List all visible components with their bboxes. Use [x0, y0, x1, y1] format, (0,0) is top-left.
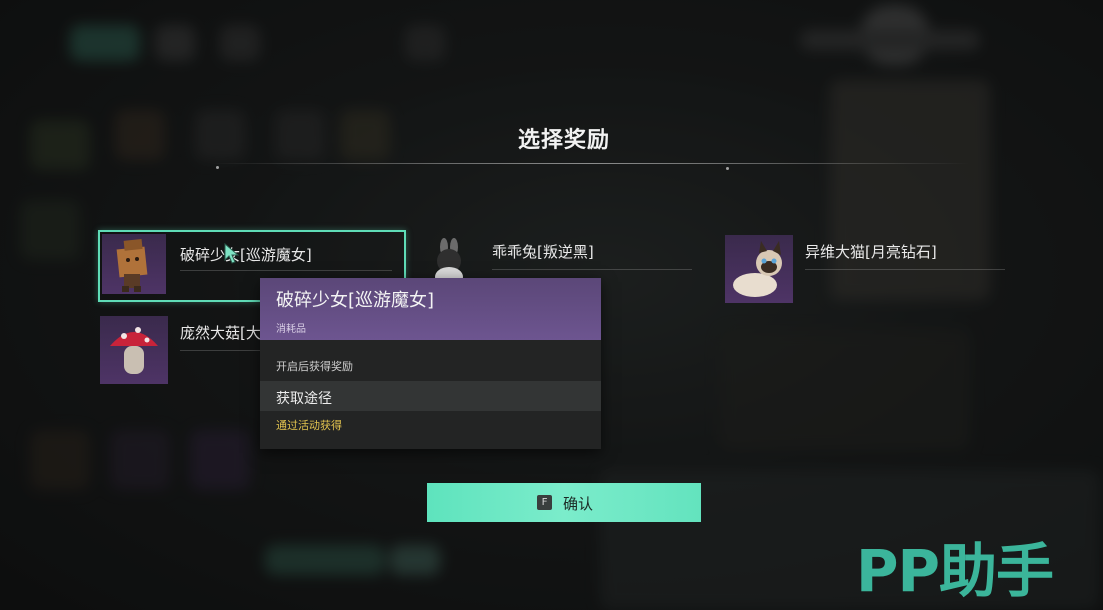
cat-icon: [733, 241, 782, 297]
tooltip-obtain-source: 通过活动获得: [276, 419, 342, 432]
reward-underline: [180, 350, 260, 351]
reward-thumbnail: [102, 234, 166, 294]
confirm-label: 确认: [563, 495, 594, 513]
reward-underline: [492, 269, 692, 270]
tooltip-header: 破碎少女[巡游魔女] 消耗品: [260, 278, 601, 340]
title-divider-dot: [726, 167, 729, 170]
tooltip-item-category: 消耗品: [276, 324, 306, 335]
reward-item-big-cat[interactable]: 异维大猫[月亮钻石]: [725, 235, 1025, 303]
reward-underline: [805, 269, 1005, 270]
reward-name: 庞然大菇[大: [180, 324, 261, 342]
title-divider: [210, 163, 970, 164]
mouse-cursor-icon: [224, 242, 242, 269]
page-title: 选择奖励: [517, 128, 610, 153]
reward-name: 乖乖兔[叛逆黑]: [492, 243, 594, 261]
tooltip-item-name: 破碎少女[巡游魔女]: [276, 290, 435, 311]
reward-name: 破碎少女[巡游魔女]: [180, 246, 312, 264]
watermark-logo: PP助手: [856, 537, 1054, 605]
tooltip-description: 开启后获得奖励: [276, 360, 353, 373]
keybind-f-icon: F: [537, 495, 552, 510]
mushroom-icon: [110, 327, 158, 374]
item-tooltip: 破碎少女[巡游魔女] 消耗品 开启后获得奖励 获取途径 通过活动获得: [260, 278, 601, 449]
reward-underline: [180, 270, 392, 271]
tooltip-obtain-title: 获取途径: [276, 391, 332, 407]
reward-name: 异维大猫[月亮钻石]: [805, 243, 937, 261]
paper-bag-doll-icon: [116, 238, 148, 292]
title-divider-dot: [216, 166, 219, 169]
confirm-button[interactable]: F 确认: [427, 483, 701, 522]
reward-thumbnail: [100, 316, 168, 384]
reward-thumbnail: [725, 235, 793, 303]
